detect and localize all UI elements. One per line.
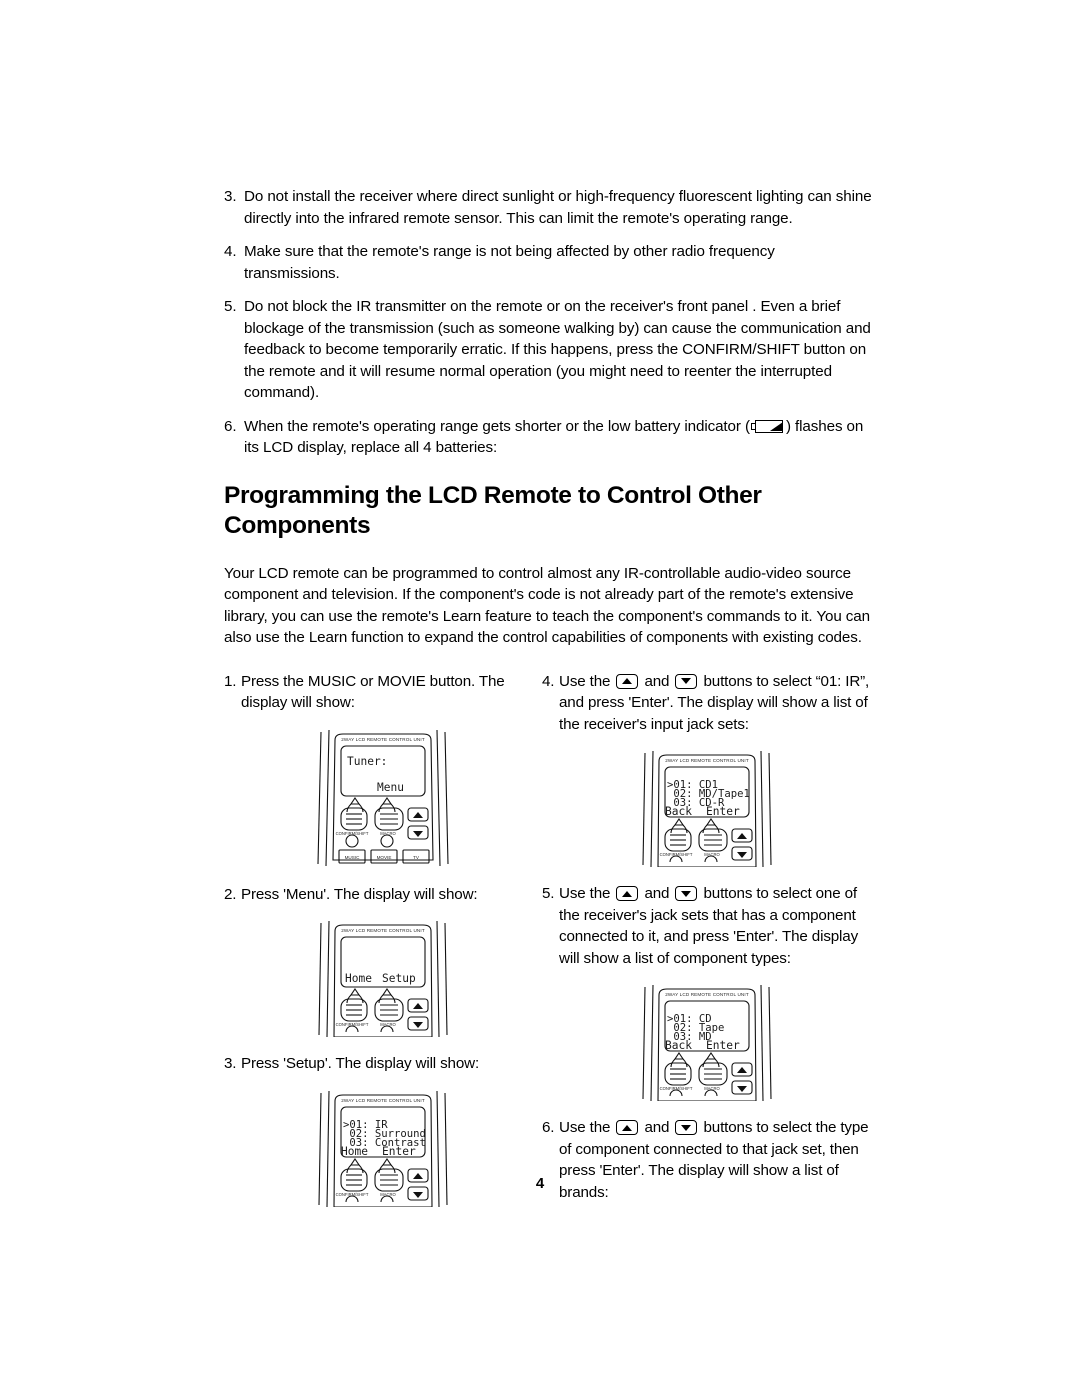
step-number: 3. [224, 1055, 237, 1072]
note-item: 5. Do not block the IR transmitter on th… [224, 296, 872, 404]
lcd-line-top: Tuner: [347, 755, 387, 768]
arrow-up-icon [737, 1067, 747, 1073]
steps-left-column: 1. Press the MUSIC or MOVIE button. The … [224, 671, 542, 1207]
lcd-softkey-right: Setup [382, 972, 416, 985]
step-text: Press 'Setup'. The display will show: [241, 1055, 480, 1072]
remote-header-label: 2WAY LCD REMOTE CONTROL UNIT [341, 737, 425, 742]
note-text: Do not install the receiver where direct… [244, 188, 872, 227]
figure-remote-input-jack-sets: 2WAY LCD REMOTE CONTROL UNIT >01: CD1 02… [542, 749, 872, 867]
arrow-down-icon [413, 1191, 423, 1198]
arrow-down-icon [413, 1022, 423, 1028]
button-label-movie: MOVIE [377, 855, 392, 860]
step-1: 1. Press the MUSIC or MOVIE button. The … [224, 671, 542, 714]
pad-label-right: MACRO [380, 1022, 396, 1027]
lcd-softkey-right: Enter [382, 1145, 416, 1158]
step-number: 2. [224, 885, 237, 903]
note-text: Do not block the IR transmitter on the r… [244, 298, 871, 401]
pad-label-right: MACRO [380, 1192, 396, 1197]
step-3: 3. Press 'Setup'. The display will show: [224, 1053, 542, 1075]
step-text-part1: Use the [559, 672, 611, 690]
lcd-softkey-right: Menu [377, 781, 404, 794]
step-text-mid: and [644, 672, 670, 690]
pad-label-right: MACRO [704, 852, 720, 857]
lcd-softkey-left: Home [345, 972, 372, 985]
arrow-up-button-icon[interactable] [616, 1120, 639, 1135]
step-number: 5. [542, 885, 555, 902]
remote-header-label: 2WAY LCD REMOTE CONTROL UNIT [665, 992, 749, 997]
steps-columns: 1. Press the MUSIC or MOVIE button. The … [224, 671, 872, 1207]
arrow-up-icon [413, 811, 423, 818]
note-number: 3. [224, 188, 237, 205]
step-text-part1: Use the [559, 885, 611, 902]
arrow-up-button-icon[interactable] [616, 886, 639, 901]
remote-illustration: 2WAY LCD REMOTE CONTROL UNIT Home Setup [307, 919, 459, 1037]
arrow-down-button-icon[interactable] [675, 886, 698, 901]
page-content: 3. Do not install the receiver where dir… [224, 186, 872, 1207]
step-number: 4. [542, 672, 555, 690]
lcd-softkey-left: Back [665, 1039, 692, 1052]
step-text-mid: and [644, 1119, 670, 1136]
step-number: 1. [224, 672, 237, 690]
note-item: 6. When the remote's operating range get… [224, 416, 872, 459]
note-number: 5. [224, 298, 237, 315]
remote-illustration: 2WAY LCD REMOTE CONTROL UNIT Tuner: Menu [307, 728, 459, 868]
pad-label-right: MACRO [380, 831, 396, 836]
remote-svg: 2WAY LCD REMOTE CONTROL UNIT >01: CD 02:… [642, 984, 772, 1101]
arrow-down-icon [737, 852, 747, 858]
low-battery-icon [750, 419, 785, 433]
step-text-part1: Use the [559, 1119, 611, 1136]
step-2: 2. Press 'Menu'. The display will show: [224, 884, 542, 906]
pad-label-left: CONFIRM/SHIFT [660, 852, 693, 857]
remote-header-label: 2WAY LCD REMOTE CONTROL UNIT [341, 928, 425, 933]
remote-illustration: 2WAY LCD REMOTE CONTROL UNIT >01: CD 02:… [631, 983, 783, 1101]
page-number: 4 [535, 1175, 545, 1192]
note-text: Make sure that the remote's range is not… [244, 243, 775, 282]
note-item: 3. Do not install the receiver where dir… [224, 186, 872, 229]
button-label-tv: TV [413, 855, 420, 860]
step-text-mid: and [644, 885, 670, 902]
step-5: 5. Use the and buttons to select one of … [542, 883, 872, 969]
pad-label-right: MACRO [704, 1086, 720, 1091]
arrow-down-icon [413, 830, 423, 837]
remote-svg: 2WAY LCD REMOTE CONTROL UNIT >01: CD1 02… [642, 750, 772, 867]
note-number: 6. [224, 417, 237, 435]
figure-remote-home-setup: 2WAY LCD REMOTE CONTROL UNIT Home Setup [224, 919, 542, 1037]
button-label-music: MUSIC [345, 855, 360, 860]
lcd-softkey-right: Enter [706, 1039, 740, 1052]
section-heading: Programming the LCD Remote to Control Ot… [224, 481, 762, 539]
arrow-up-icon [737, 833, 747, 839]
pad-label-left: CONFIRM/SHIFT [336, 1192, 369, 1197]
arrow-up-icon [413, 1003, 423, 1009]
arrow-up-button-icon[interactable] [616, 673, 639, 689]
safety-notes-list: 3. Do not install the receiver where dir… [224, 186, 872, 459]
step-text: Use the and buttons to select “01: IR”, … [559, 671, 872, 736]
lcd-softkey-left: Home [341, 1145, 368, 1158]
pad-label-left: CONFIRM/SHIFT [336, 831, 369, 836]
step-4: 4. Use the and buttons to select “01: IR… [542, 671, 872, 736]
pad-label-left: CONFIRM/SHIFT [336, 1022, 369, 1027]
note-item: 4. Make sure that the remote's range is … [224, 241, 872, 284]
steps-right-column: 4. Use the and buttons to select “01: IR… [542, 671, 872, 1207]
remote-svg: 2WAY LCD REMOTE CONTROL UNIT Tuner: Menu [317, 729, 449, 866]
remote-header-label: 2WAY LCD REMOTE CONTROL UNIT [665, 758, 749, 763]
document-page: 3. Do not install the receiver where dir… [0, 0, 1080, 1397]
note-text-before-icon: When the remote's operating range gets s… [244, 417, 750, 435]
pad-label-left: CONFIRM/SHIFT [660, 1086, 693, 1091]
step-text: Press the MUSIC or MOVIE button. The dis… [241, 672, 505, 712]
remote-header-label: 2WAY LCD REMOTE CONTROL UNIT [341, 1098, 425, 1103]
step-text: Use the and buttons to select one of the… [559, 883, 872, 969]
note-text: When the remote's operating range gets s… [244, 416, 872, 459]
note-number: 4. [224, 243, 237, 260]
lcd-softkey-left: Back [665, 805, 692, 818]
remote-illustration: 2WAY LCD REMOTE CONTROL UNIT >01: CD1 02… [631, 749, 783, 867]
arrow-down-icon [737, 1086, 747, 1092]
figure-remote-component-types: 2WAY LCD REMOTE CONTROL UNIT >01: CD 02:… [542, 983, 872, 1101]
arrow-down-button-icon[interactable] [675, 1120, 698, 1135]
lcd-softkey-right: Enter [706, 805, 740, 818]
intro-paragraph: Your LCD remote can be programmed to con… [224, 564, 870, 647]
step-text: Press 'Menu'. The display will show: [241, 885, 478, 903]
remote-svg: 2WAY LCD REMOTE CONTROL UNIT Home Setup [318, 920, 448, 1037]
figure-remote-tuner: 2WAY LCD REMOTE CONTROL UNIT Tuner: Menu [224, 728, 542, 868]
arrow-down-button-icon[interactable] [675, 673, 698, 689]
